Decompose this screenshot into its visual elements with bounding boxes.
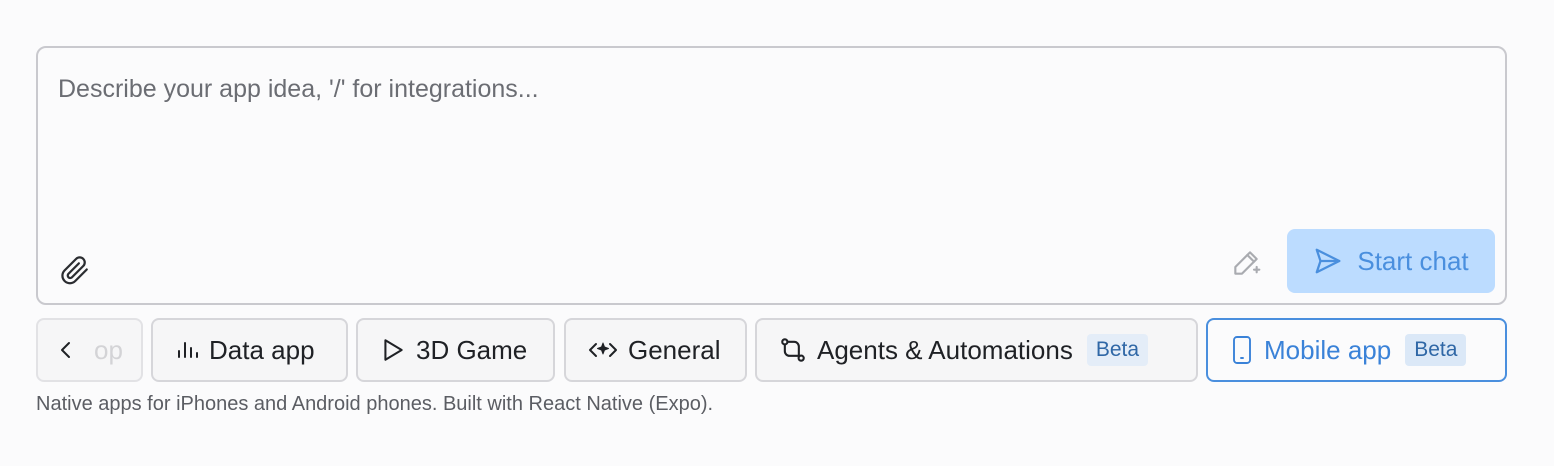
partial-chip-label: op: [94, 334, 123, 365]
app-type-data-app[interactable]: Data app: [151, 318, 348, 382]
beta-badge: Beta: [1405, 334, 1467, 366]
prompt-input[interactable]: [58, 72, 1458, 222]
paperclip-icon: [60, 255, 90, 285]
chip-label: Agents & Automations: [817, 334, 1073, 365]
play-icon: [380, 337, 406, 363]
chip-label: Mobile app: [1264, 334, 1392, 365]
chip-label: 3D Game: [416, 334, 528, 365]
code-sparkle-icon: [588, 337, 618, 363]
bar-chart-icon: [175, 337, 199, 363]
chip-label: Data app: [209, 334, 315, 365]
app-type-description: Native apps for iPhones and Android phon…: [36, 393, 714, 415]
attach-button[interactable]: [56, 251, 94, 289]
scroll-prev-button[interactable]: op: [36, 318, 143, 382]
beta-badge: Beta: [1086, 334, 1149, 366]
start-chat-label: Start chat: [1357, 245, 1469, 276]
app-type-general[interactable]: General: [564, 318, 747, 382]
workflow-icon: [779, 336, 807, 364]
app-type-mobile-app[interactable]: Mobile app Beta: [1206, 318, 1507, 382]
chevron-left-icon: [56, 338, 76, 362]
app-type-agents-automations[interactable]: Agents & Automations Beta: [755, 318, 1198, 382]
start-chat-button[interactable]: Start chat: [1287, 229, 1495, 293]
prompt-composer: Start chat: [36, 46, 1507, 305]
phone-icon: [1230, 335, 1254, 365]
send-icon: [1313, 246, 1343, 276]
chip-label: General: [628, 334, 721, 365]
pen-sparkle-icon: [1230, 247, 1262, 279]
enhance-prompt-button[interactable]: [1226, 243, 1266, 283]
app-type-3d-game[interactable]: 3D Game: [356, 318, 555, 382]
